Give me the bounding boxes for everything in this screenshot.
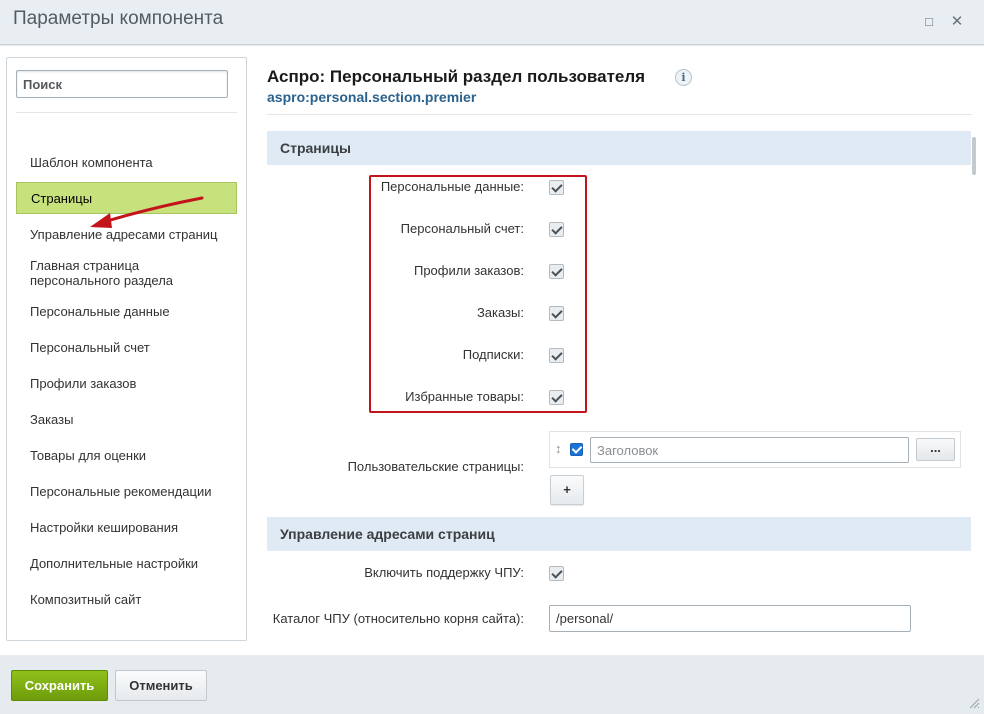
sidebar-item-template[interactable]: Шаблон компонента: [30, 155, 230, 170]
component-code: aspro:personal.section.premier: [267, 89, 477, 105]
drag-handle-icon[interactable]: ↕: [555, 441, 562, 456]
sidebar-item-cache-settings[interactable]: Настройки кеширования: [30, 520, 230, 535]
main-panel: Аспро: Персональный раздел пользователя …: [267, 46, 972, 655]
section-header-pages: Страницы: [267, 131, 971, 165]
subscriptions-label: Подписки:: [462, 347, 524, 362]
save-button[interactable]: Сохранить: [11, 670, 108, 701]
sidebar-divider: [16, 112, 237, 113]
favorites-checkbox[interactable]: [549, 390, 564, 405]
order-profiles-checkbox[interactable]: [549, 264, 564, 279]
personal-data-label: Персональные данные:: [380, 179, 524, 194]
maximize-icon[interactable]: □: [920, 13, 938, 31]
orders-checkbox[interactable]: [549, 306, 564, 321]
sef-support-checkbox[interactable]: [549, 566, 564, 581]
annotation-highlight-box: [369, 175, 587, 413]
sidebar-item-composite-site[interactable]: Композитный сайт: [30, 592, 230, 607]
favorites-label: Избранные товары:: [405, 389, 524, 404]
resize-grip-icon[interactable]: [968, 697, 980, 709]
add-custom-page-button[interactable]: +: [550, 475, 584, 505]
custom-page-checkbox[interactable]: [570, 443, 583, 456]
sidebar-item-personal-data[interactable]: Персональные данные: [30, 304, 230, 319]
orders-label: Заказы:: [476, 305, 524, 320]
sidebar-item-products-to-rate[interactable]: Товары для оценки: [30, 448, 230, 463]
personal-data-checkbox[interactable]: [549, 180, 564, 195]
close-icon[interactable]: ✕: [948, 13, 966, 31]
sidebar-item-recommendations[interactable]: Персональные рекомендации: [30, 484, 230, 499]
cancel-button[interactable]: Отменить: [115, 670, 207, 701]
custom-page-options-button[interactable]: ...: [916, 438, 955, 461]
dialog-footer: Сохранить Отменить: [0, 655, 984, 714]
custom-page-title-input[interactable]: [590, 437, 909, 463]
scrollbar-thumb[interactable]: [972, 137, 976, 175]
subscriptions-checkbox[interactable]: [549, 348, 564, 363]
dialog-content: Шаблон компонента Страницы Управление ад…: [0, 46, 984, 655]
component-title: Аспро: Персональный раздел пользователя: [267, 67, 646, 86]
order-profiles-label: Профили заказов:: [413, 263, 524, 278]
section-header-url-management: Управление адресами страниц: [267, 517, 971, 551]
sidebar: Шаблон компонента Страницы Управление ад…: [6, 57, 247, 641]
personal-account-label: Персональный счет:: [400, 221, 524, 236]
sef-support-label: Включить поддержку ЧПУ:: [364, 565, 524, 580]
custom-pages-list: ↕ ...: [549, 431, 961, 468]
sidebar-item-url-management[interactable]: Управление адресами страниц: [30, 227, 230, 242]
personal-account-checkbox[interactable]: [549, 222, 564, 237]
info-icon[interactable]: i: [675, 69, 692, 86]
window-titlebar: Параметры компонента □ ✕: [0, 0, 984, 45]
header-divider: [267, 114, 972, 115]
sef-folder-input[interactable]: [549, 605, 911, 632]
sef-folder-label: Каталог ЧПУ (относительно корня сайта):: [272, 611, 524, 626]
sidebar-item-order-profiles[interactable]: Профили заказов: [30, 376, 230, 391]
window-title: Параметры компонента: [13, 8, 224, 29]
search-input[interactable]: [16, 70, 228, 98]
sidebar-item-personal-account[interactable]: Персональный счет: [30, 340, 230, 355]
sidebar-item-main-page[interactable]: Главная страница персонального раздела: [30, 258, 230, 288]
custom-pages-label: Пользовательские страницы:: [347, 459, 524, 474]
sidebar-item-additional-settings[interactable]: Дополнительные настройки: [30, 556, 230, 571]
sidebar-item-orders[interactable]: Заказы: [30, 412, 230, 427]
sidebar-item-pages[interactable]: Страницы: [16, 182, 237, 214]
